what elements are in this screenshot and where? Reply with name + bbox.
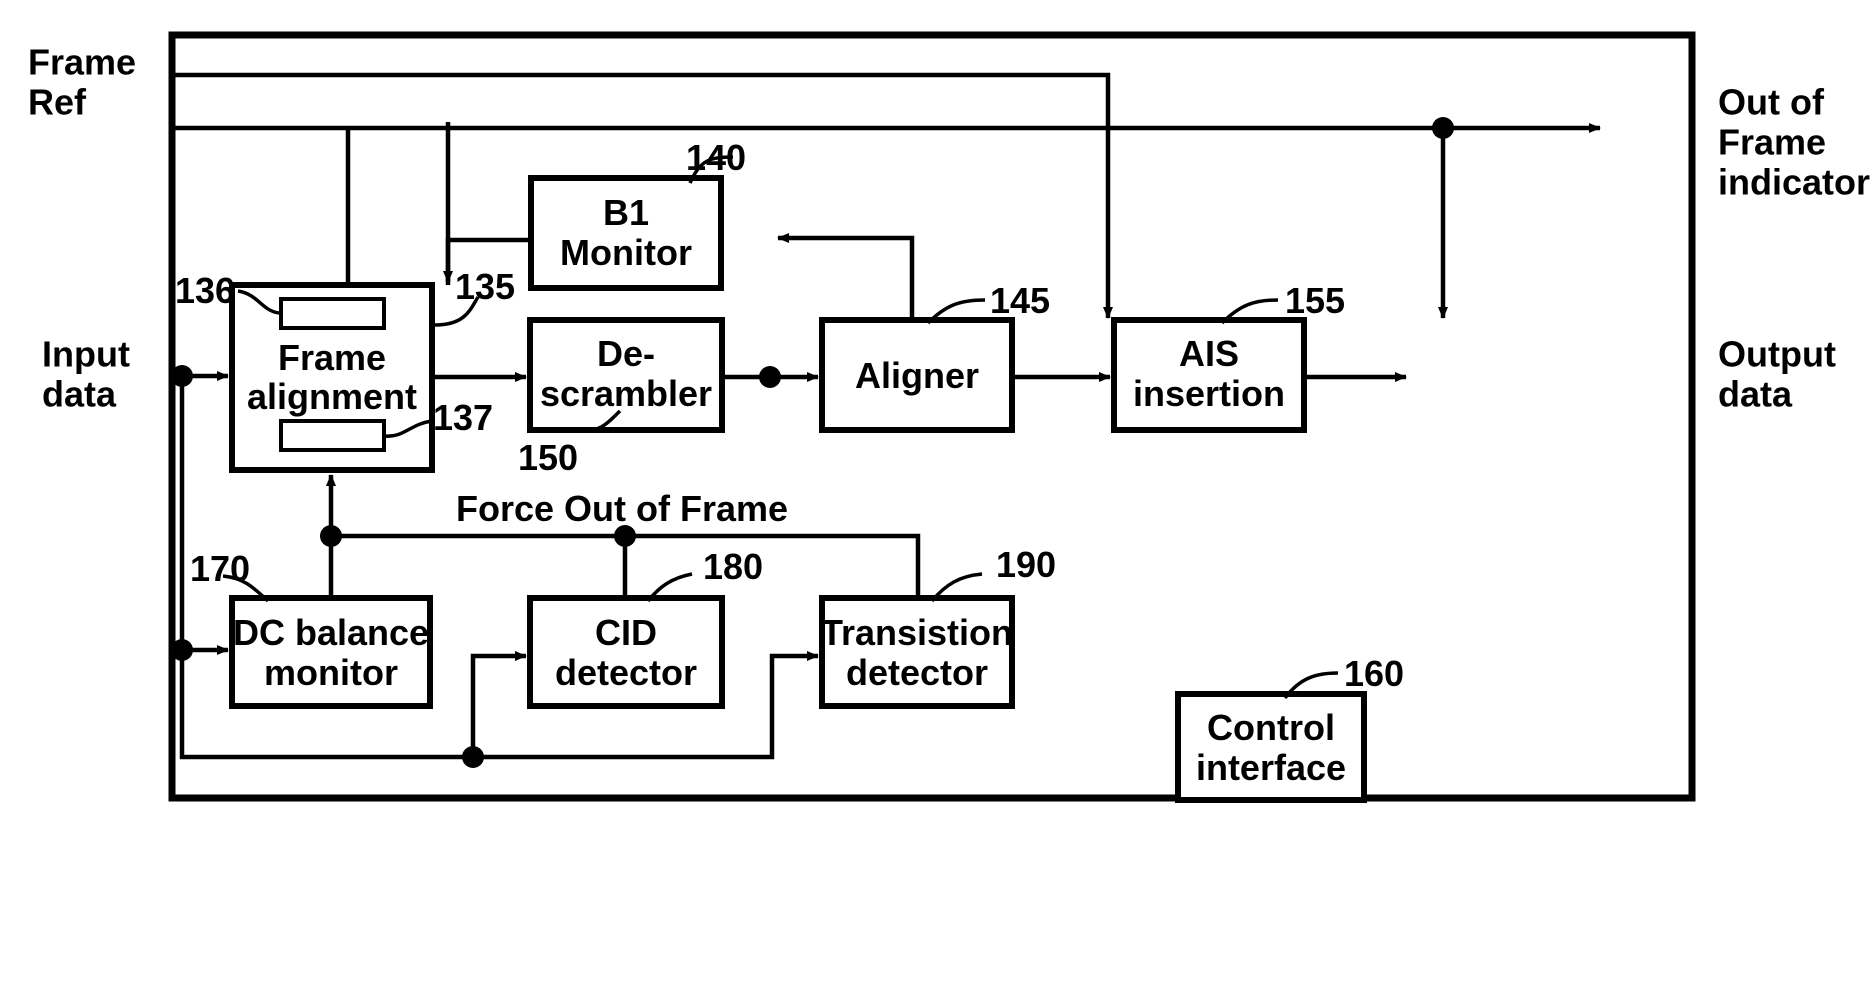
block-label-dc-balance-2: monitor	[264, 652, 398, 693]
block-label-cid-1: CID	[595, 612, 657, 653]
block-label-dc-balance-1: DC balance	[233, 612, 429, 653]
block-label-descrambler-2: scrambler	[540, 373, 712, 414]
io-label-input-data-line1: Input	[42, 333, 130, 374]
io-label-input-data-line2: data	[42, 373, 117, 414]
ref-numeral-190: 190	[996, 544, 1056, 585]
ref-numeral-170: 170	[190, 548, 250, 589]
ref-numeral-150: 150	[518, 437, 578, 478]
ref-numeral-137: 137	[433, 397, 493, 438]
block-label-ais-2: insertion	[1133, 373, 1285, 414]
block-label-control-1: Control	[1207, 707, 1335, 748]
junction-dot-descrambler-out	[759, 366, 781, 388]
ref-numeral-145: 145	[990, 280, 1050, 321]
block-label-cid-2: detector	[555, 652, 697, 693]
ref-numeral-155: 155	[1285, 280, 1345, 321]
io-label-frame-ref-line2: Ref	[28, 81, 87, 122]
block-frame-alignment-inner-137[interactable]	[279, 419, 386, 452]
io-label-out-of-frame-line3: indicator	[1718, 161, 1870, 202]
wire-cid-bottom-tap	[470, 651, 527, 757]
block-label-frame-alignment-2: alignment	[247, 376, 417, 417]
junction-dot-oof	[1432, 117, 1454, 139]
ref-numeral-180: 180	[703, 546, 763, 587]
block-label-control-2: interface	[1196, 747, 1346, 788]
figure-canvas: Frame alignment B1 Monitor De- scrambler…	[0, 0, 1873, 998]
ref-numeral-160: 160	[1344, 653, 1404, 694]
io-label-output-data-line2: data	[1718, 373, 1793, 414]
io-label-out-of-frame-line2: Frame	[1718, 121, 1826, 162]
block-label-transistion-1: Transistion	[821, 612, 1013, 653]
block-frame-alignment-inner-136[interactable]	[279, 297, 386, 330]
io-label-output-data-line1: Output	[1718, 333, 1836, 374]
ref-numeral-140: 140	[686, 137, 746, 178]
block-label-aligner: Aligner	[855, 355, 979, 396]
block-label-b1-monitor-2: Monitor	[560, 232, 692, 273]
io-label-frame-ref-line1: Frame	[28, 41, 136, 82]
ref-numeral-136: 136	[175, 270, 235, 311]
block-label-b1-monitor-1: B1	[603, 192, 649, 233]
block-label-descrambler-1: De-	[597, 333, 655, 374]
block-label-transistion-2: detector	[846, 652, 988, 693]
ref-numeral-135: 135	[455, 266, 515, 307]
signal-label-force-out-of-frame: Force Out of Frame	[456, 488, 788, 529]
block-diagram-svg: Frame alignment B1 Monitor De- scrambler…	[28, 31, 1870, 803]
block-label-ais-1: AIS	[1179, 333, 1239, 374]
io-label-out-of-frame-line1: Out of	[1718, 81, 1825, 122]
block-label-frame-alignment-1: Frame	[278, 337, 386, 378]
